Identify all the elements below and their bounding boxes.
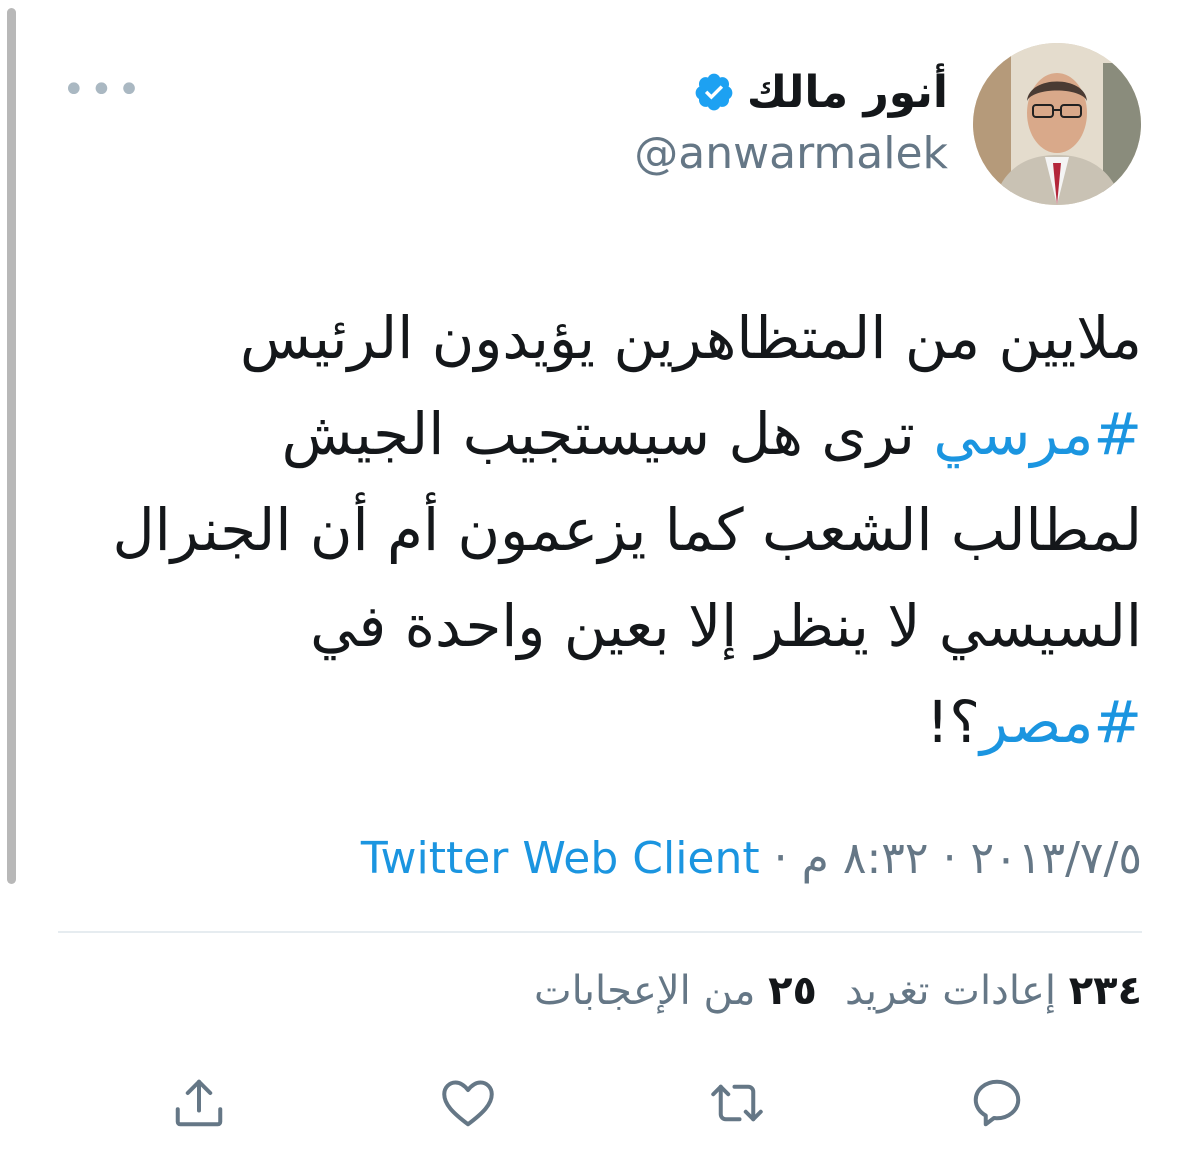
tweet-line: السيسي لا ينظر إلا بعين واحدة في [62, 578, 1142, 674]
tweet-line: #مرسي ترى هل سيستجيب الجيش [62, 386, 1142, 482]
tweet-line: لمطالب الشعب كما يزعمون أم أن الجنرال [62, 482, 1142, 578]
like-icon[interactable] [433, 1068, 503, 1138]
meta-separator: · [759, 833, 802, 884]
tweet-meta: ٢٠١٣/٧/٥ · ٨:٣٢ م · Twitter Web Client [361, 833, 1142, 884]
hashtag-link[interactable]: #مصر [980, 688, 1142, 756]
tweet-date[interactable]: ٢٠١٣/٧/٥ [971, 833, 1142, 884]
tweet-line: #مصر؟! [62, 674, 1142, 770]
tweet-stats: ٢٣٤ إعادات تغريد ٢٥ من الإعجابات [534, 968, 1142, 1014]
tweet-text: ملايين من المتظاهرين يؤيدون الرئيس #مرسي… [62, 290, 1142, 770]
reply-icon[interactable] [962, 1068, 1032, 1138]
retweets-label: إعادات تغريد [844, 968, 1057, 1014]
hashtag-link[interactable]: #مرسي [933, 400, 1142, 468]
tweet-time[interactable]: ٨:٣٢ م [802, 833, 929, 884]
tweet-text-segment: لمطالب الشعب كما يزعمون أم أن الجنرال [112, 496, 1142, 564]
avatar[interactable] [973, 43, 1141, 205]
likes-count: ٢٥ [768, 968, 817, 1014]
author-name[interactable]: أنور مالك [747, 67, 948, 118]
meta-separator: · [928, 833, 971, 884]
tweet-client-link[interactable]: Twitter Web Client [361, 833, 760, 884]
retweet-icon[interactable] [702, 1068, 772, 1138]
action-bar [0, 1068, 1200, 1138]
retweets-stat[interactable]: ٢٣٤ إعادات تغريد [845, 968, 1142, 1014]
tweet-line: ملايين من المتظاهرين يؤيدون الرئيس [62, 290, 1142, 386]
divider [58, 931, 1142, 933]
verified-badge-icon [693, 71, 735, 113]
retweets-count: ٢٣٤ [1068, 968, 1142, 1014]
author-row[interactable]: أنور مالك [693, 62, 948, 122]
author-handle[interactable]: @anwarmalek [634, 128, 948, 179]
more-icon[interactable]: ••• [62, 70, 145, 110]
tweet-text-segment: ملايين من المتظاهرين يؤيدون الرئيس [239, 304, 1142, 372]
tweet-text-segment: ترى هل سيستجيب الجيش [281, 400, 934, 468]
likes-label: من الإعجابات [534, 968, 756, 1014]
likes-stat[interactable]: ٢٥ من الإعجابات [534, 968, 817, 1014]
share-icon[interactable] [164, 1068, 234, 1138]
tweet-text-segment: ؟! [925, 688, 981, 756]
scrollbar[interactable] [7, 8, 16, 884]
tweet-text-segment: السيسي لا ينظر إلا بعين واحدة في [310, 592, 1142, 660]
